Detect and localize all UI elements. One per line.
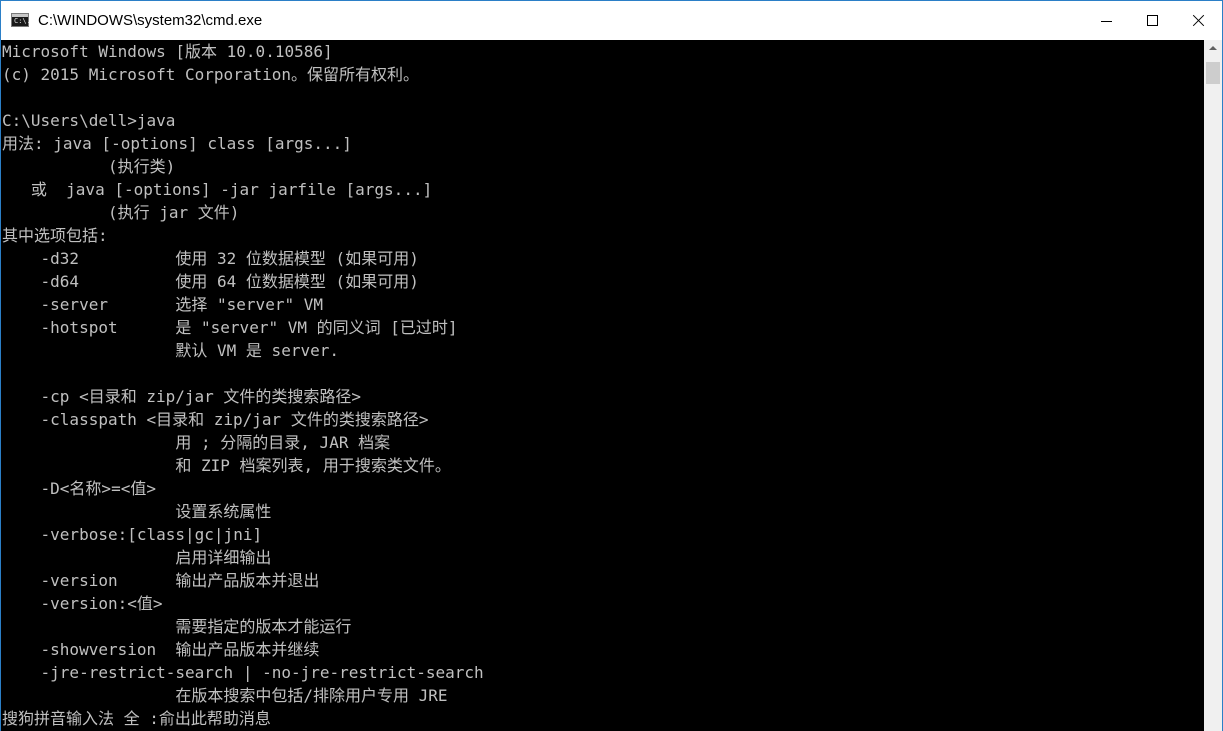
console-line: 用法: java [-options] class [args...] (2, 134, 352, 153)
console-line: -version 输出产品版本并退出 (2, 571, 320, 590)
minimize-button[interactable] (1083, 1, 1129, 40)
console-line: -d64 使用 64 位数据模型 (如果可用) (2, 272, 419, 291)
console-line: 默认 VM 是 server. (2, 341, 339, 360)
console-line: 需要指定的版本才能运行 (2, 617, 352, 636)
console-line: -hotspot 是 "server" VM 的同义词 [已过时] (2, 318, 458, 337)
scroll-thumb[interactable] (1206, 62, 1220, 84)
console-text: Microsoft Windows [版本 10.0.10586] (c) 201… (2, 40, 484, 730)
console-line: 其中选项包括: (2, 226, 108, 245)
console-line: -server 选择 "server" VM (2, 295, 323, 314)
console-line: -version:<值> (2, 594, 163, 613)
console-line: -verbose:[class|gc|jni] (2, 525, 263, 544)
console-line: -D<名称>=<值> (2, 479, 156, 498)
console-line: 启用详细输出 (2, 548, 272, 567)
console-line: 搜狗拼音输入法 全 :俞出此帮助消息 (2, 709, 271, 728)
console-line: -d32 使用 32 位数据模型 (如果可用) (2, 249, 419, 268)
maximize-icon (1147, 15, 1158, 26)
window-title: C:\WINDOWS\system32\cmd.exe (38, 12, 263, 29)
cmd-icon[interactable]: C:\. (11, 13, 31, 27)
cmd-icon-glyph: C:\. (14, 17, 31, 25)
console-line: 设置系统属性 (2, 502, 272, 521)
console-line: 或 java [-options] -jar jarfile [args...] (2, 180, 433, 199)
close-button[interactable] (1175, 1, 1221, 40)
console-line: 用 ; 分隔的目录, JAR 档案 (2, 433, 391, 452)
console-line: -classpath <目录和 zip/jar 文件的类搜索路径> (2, 410, 429, 429)
console-line: Microsoft Windows [版本 10.0.10586] (2, 42, 333, 61)
console-line: -showversion 输出产品版本并继续 (2, 640, 320, 659)
console-output[interactable]: Microsoft Windows [版本 10.0.10586] (c) 201… (1, 40, 1204, 731)
console-line: (执行 jar 文件) (2, 203, 240, 222)
maximize-button[interactable] (1129, 1, 1175, 40)
scroll-up-arrow-icon (1209, 46, 1217, 50)
vertical-scrollbar[interactable] (1204, 40, 1222, 731)
console-line: 和 ZIP 档案列表, 用于搜索类文件。 (2, 456, 451, 475)
console-line: (执行类) (2, 157, 176, 176)
minimize-icon (1101, 21, 1112, 22)
title-bar[interactable]: C:\. C:\WINDOWS\system32\cmd.exe (1, 1, 1222, 40)
scroll-up-button[interactable] (1204, 40, 1222, 57)
console-line: 在版本搜索中包括/排除用户专用 JRE (2, 686, 448, 705)
console-line: (c) 2015 Microsoft Corporation。保留所有权利。 (2, 65, 419, 84)
console-line: -jre-restrict-search | -no-jre-restrict-… (2, 663, 484, 682)
console-line: C:\Users\dell>java (2, 111, 176, 130)
cmd-window: C:\. C:\WINDOWS\system32\cmd.exe Microso… (0, 0, 1223, 731)
console-line: -cp <目录和 zip/jar 文件的类搜索路径> (2, 387, 362, 406)
